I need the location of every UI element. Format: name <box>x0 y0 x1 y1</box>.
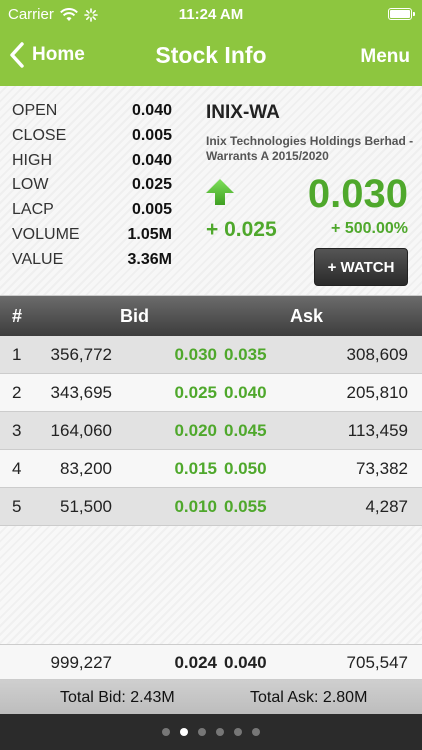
bid-price: 0.030 <box>174 345 217 364</box>
stat-row-close: CLOSE 0.005 <box>12 127 172 152</box>
ask-volume: 205,810 <box>346 383 408 402</box>
average-bid-price: 0.024 <box>174 653 217 672</box>
column-header-ask: Ask <box>290 306 324 326</box>
average-ask-price: 0.040 <box>224 653 267 672</box>
page-dot[interactable] <box>234 728 242 736</box>
page-dot[interactable] <box>252 728 260 736</box>
up-arrow-icon <box>206 179 234 205</box>
stat-row-value: VALUE 3.36M <box>12 251 172 276</box>
back-label: Home <box>32 44 85 65</box>
stock-symbol: INIX-WA <box>206 102 280 123</box>
stat-value: 0.005 <box>131 201 172 219</box>
stat-value: 0.040 <box>131 151 172 169</box>
page-dot[interactable] <box>180 728 188 736</box>
ask-price: 0.035 <box>224 345 267 364</box>
total-ask-label: Total Ask: 2.80M <box>250 689 368 706</box>
row-number: 3 <box>12 421 22 440</box>
stat-row-high: HIGH 0.040 <box>12 152 172 177</box>
chevron-left-icon <box>10 42 24 68</box>
stats-list: OPEN 0.040 CLOSE 0.005 HIGH 0.040 LOW 0.025 … <box>12 102 172 276</box>
total-ask-volume: 705,547 <box>346 653 408 672</box>
ask-price: 0.045 <box>224 421 267 440</box>
row-number: 4 <box>12 459 22 478</box>
table-row[interactable]: 2 343,695 0.025 0.040 205,810 <box>0 374 422 412</box>
totals-row: 999,227 0.024 0.040 705,547 <box>0 644 422 680</box>
ask-volume: 4,287 <box>365 497 408 516</box>
stock-info-panel: OPEN 0.040 CLOSE 0.005 HIGH 0.040 LOW 0.025 … <box>0 86 422 296</box>
table-row[interactable]: 4 83,200 0.015 0.050 73,382 <box>0 450 422 488</box>
total-bid-volume: 999,227 <box>50 653 112 672</box>
stat-value: 0.025 <box>131 176 172 194</box>
stat-value: 3.36M <box>127 250 172 268</box>
table-row[interactable]: 3 164,060 0.020 0.045 113,459 <box>0 412 422 450</box>
stat-row-volume: VOLUME 1.05M <box>12 226 172 251</box>
total-bid-label: Total Bid: 2.43M <box>60 689 175 706</box>
stat-label: LACP <box>12 201 54 219</box>
bid-price: 0.020 <box>174 421 217 440</box>
ask-volume: 308,609 <box>346 345 408 364</box>
stat-value: 0.005 <box>131 126 172 144</box>
stat-row-open: OPEN 0.040 <box>12 102 172 127</box>
stat-label: OPEN <box>12 102 58 119</box>
company-name: Inix Technologies Holdings Berhad - Warr… <box>206 134 414 163</box>
page-dot[interactable] <box>162 728 170 736</box>
row-number: 1 <box>12 345 22 364</box>
ask-volume: 73,382 <box>356 459 408 478</box>
status-time: 11:24 AM <box>178 6 244 23</box>
bid-price: 0.015 <box>174 459 217 478</box>
stat-value: 0.040 <box>131 102 172 119</box>
row-number: 2 <box>12 383 22 402</box>
stat-value: 1.05M <box>127 225 172 243</box>
stat-row-lacp: LACP 0.005 <box>12 201 172 226</box>
bid-price: 0.010 <box>174 497 217 516</box>
column-header-bid: Bid <box>120 306 149 326</box>
ask-price: 0.050 <box>224 459 267 478</box>
bid-volume: 83,200 <box>60 459 112 478</box>
page-dot[interactable] <box>216 728 224 736</box>
page-dot[interactable] <box>198 728 206 736</box>
stat-label: VALUE <box>12 250 64 268</box>
table-row[interactable]: 1 356,772 0.030 0.035 308,609 <box>0 336 422 374</box>
row-number: 5 <box>12 497 22 516</box>
nav-bar: Home Stock Info Menu <box>0 30 422 86</box>
back-button[interactable]: Home <box>10 42 85 68</box>
ask-volume: 113,459 <box>347 421 408 440</box>
stat-row-low: LOW 0.025 <box>12 176 172 201</box>
order-book-rows: 1 356,772 0.030 0.035 308,609 2 343,695 … <box>0 336 422 526</box>
stat-label: LOW <box>12 176 49 194</box>
price-change-percent: + 500.00% <box>331 220 408 237</box>
summary-bar: Total Bid: 2.43M Total Ask: 2.80M <box>0 680 422 714</box>
price-change: + 0.025 <box>206 218 277 241</box>
bid-volume: 164,060 <box>50 421 112 440</box>
menu-button[interactable]: Menu <box>360 46 410 68</box>
page-indicator[interactable] <box>0 714 422 750</box>
column-header-number: # <box>12 306 23 326</box>
watch-button[interactable]: + WATCH <box>314 248 408 286</box>
bid-volume: 343,695 <box>50 383 112 402</box>
table-row[interactable]: 5 51,500 0.010 0.055 4,287 <box>0 488 422 526</box>
stat-label: CLOSE <box>12 126 67 144</box>
order-book-header: # Bid Ask <box>0 296 422 336</box>
bid-price: 0.025 <box>174 383 217 402</box>
status-bar: Carrier 11:24 AM <box>0 0 422 30</box>
bid-volume: 356,772 <box>50 345 112 364</box>
stat-label: HIGH <box>12 151 52 169</box>
bid-volume: 51,500 <box>60 497 112 516</box>
battery-icon <box>388 8 415 20</box>
stat-label: VOLUME <box>12 225 80 243</box>
empty-table-area <box>0 526 422 644</box>
ask-price: 0.040 <box>224 383 267 402</box>
last-price: 0.030 <box>307 172 408 216</box>
ask-price: 0.055 <box>224 497 267 516</box>
